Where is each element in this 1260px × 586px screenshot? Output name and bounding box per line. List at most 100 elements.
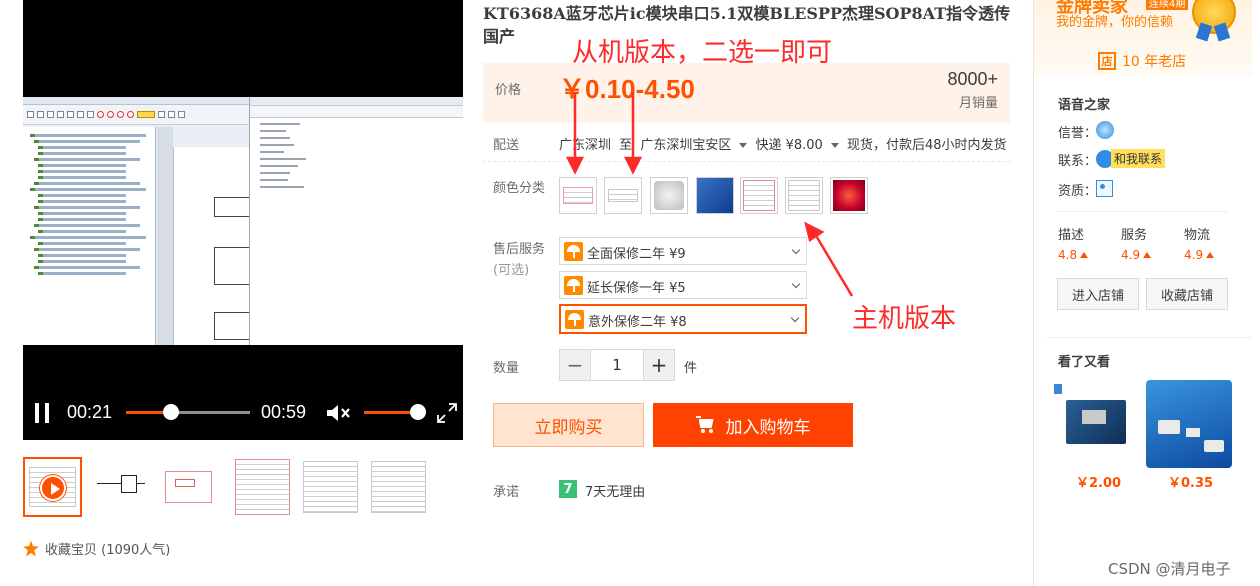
contact-seller[interactable]: 和我联系: [1096, 149, 1166, 168]
gold-seller-subtitle: 我的金牌，你的信赖: [1056, 15, 1174, 30]
thumbnail-4[interactable]: [233, 457, 292, 517]
also-viewed-title: 看了又看: [1058, 355, 1111, 370]
pause-button[interactable]: [35, 403, 49, 423]
score-description: 描述 4.8: [1058, 224, 1089, 262]
color-option-5[interactable]: [740, 177, 778, 214]
ship-to-word: 至: [619, 138, 633, 153]
color-option-4[interactable]: [696, 177, 734, 214]
color-option-2[interactable]: [604, 177, 642, 214]
quantity-unit: 件: [684, 361, 698, 376]
add-to-cart-button[interactable]: 加入购物车: [653, 403, 853, 447]
price-label: 价格: [495, 83, 522, 98]
service-option-label: 全面保修二年 ¥9: [587, 247, 686, 262]
favorite-label: 收藏宝贝 (1090人气): [45, 543, 171, 558]
thumbnail-strip: [23, 457, 463, 517]
sales-count: 8000+: [947, 69, 998, 89]
chevron-down-icon: [791, 245, 801, 255]
duration-time: 00:59: [261, 402, 307, 422]
divider: [1046, 337, 1252, 338]
quantity-input[interactable]: 1: [590, 350, 644, 380]
seven-day-return-icon: 7: [559, 480, 577, 498]
progress-knob[interactable]: [162, 404, 179, 420]
favorite-item[interactable]: 收藏宝贝 (1090人气): [23, 539, 170, 558]
thumbnail-6[interactable]: [369, 457, 428, 517]
volume-knob[interactable]: [410, 404, 426, 420]
mute-icon[interactable]: [325, 402, 351, 424]
thumbnail-5[interactable]: [301, 457, 360, 517]
thumbnail-3[interactable]: [159, 457, 218, 517]
shop-header: 金牌卖家 连续4期 我的金牌，你的信赖 店 10 年老店: [1034, 0, 1252, 76]
score-value: 4.8: [1058, 248, 1078, 262]
ship-from: 广东深圳: [559, 138, 612, 153]
recommendation-image-1[interactable]: [1052, 380, 1138, 468]
score-service: 服务 4.9: [1121, 224, 1152, 262]
enter-shop-button[interactable]: 进入店铺: [1057, 278, 1139, 310]
service-label: 售后服务: [493, 242, 546, 257]
color-option-3[interactable]: [650, 177, 688, 214]
score-value: 4.9: [1121, 248, 1141, 262]
shipping-note: 现货，付款后48小时内发货: [846, 138, 1007, 153]
recommendation-price-2: ￥0.35: [1168, 476, 1214, 491]
favorite-shop-button[interactable]: 收藏店铺: [1146, 278, 1228, 310]
service-option-1[interactable]: 全面保修二年 ¥9: [559, 237, 807, 265]
divider: [1058, 211, 1228, 212]
sales-label: 月销量: [958, 96, 998, 111]
video-frame-screenshot: [23, 97, 463, 345]
license-icon[interactable]: [1096, 180, 1113, 197]
shop-years: 店 10 年老店: [1098, 51, 1186, 71]
score-label: 描述: [1058, 228, 1085, 243]
play-icon: [40, 475, 66, 501]
arrow-up-icon: [1080, 252, 1089, 258]
credit-level-icon: [1096, 121, 1114, 139]
contact-label: 联系：: [1058, 154, 1098, 169]
annotation-master-version: 主机版本: [852, 304, 957, 334]
shop-name[interactable]: 语音之家: [1058, 94, 1110, 113]
decrease-button[interactable]: −: [560, 350, 590, 380]
service-option-label: 意外保修二年 ¥8: [588, 315, 687, 330]
service-option-3[interactable]: 意外保修二年 ¥8: [559, 304, 807, 334]
recommendation-image-2[interactable]: [1146, 380, 1232, 468]
thumbnail-2[interactable]: [91, 457, 150, 517]
gold-seller-tag: 连续4期: [1146, 0, 1189, 10]
service-option-2[interactable]: 延长保修一年 ¥5: [559, 271, 807, 299]
arrow-head: [804, 221, 825, 243]
service-optional: (可选): [493, 263, 530, 278]
add-to-cart-label: 加入购物车: [725, 417, 811, 438]
price-value: ￥0.10-4.50: [559, 74, 695, 104]
quantity-label: 数量: [493, 361, 520, 376]
contact-seller-label: 和我联系: [1111, 149, 1166, 168]
chevron-down-icon: [739, 143, 748, 148]
chevron-down-icon: [790, 313, 800, 323]
color-label: 颜色分类: [493, 181, 546, 196]
product-video-player[interactable]: 00:21 00:59: [23, 0, 463, 440]
chevron-down-icon: [830, 143, 839, 148]
umbrella-icon: [564, 276, 583, 295]
progress-bar[interactable]: [126, 404, 250, 420]
credit-label: 信誉：: [1058, 126, 1098, 141]
volume-slider[interactable]: [364, 404, 426, 420]
annotation-slave-version: 从机版本，二选一即可: [572, 38, 833, 68]
color-option-6[interactable]: [785, 177, 823, 214]
score-label: 物流: [1184, 228, 1211, 243]
recommendation-price-1: ￥2.00: [1076, 476, 1122, 491]
divider: [483, 161, 1010, 162]
umbrella-icon: [565, 310, 584, 329]
arrow-up-icon: [1143, 252, 1152, 258]
color-option-7[interactable]: [830, 177, 868, 214]
delivery-select[interactable]: 快递 ¥8.00: [755, 138, 822, 153]
increase-button[interactable]: +: [644, 350, 674, 380]
buy-now-button[interactable]: 立即购买: [493, 403, 644, 447]
ship-to-select[interactable]: 广东深圳宝安区: [640, 138, 731, 153]
chevron-down-icon: [791, 279, 801, 289]
thumbnail-video[interactable]: [23, 457, 82, 517]
shipping-row: 广东深圳 至 广东深圳宝安区 快递 ¥8.00 现货，付款后48小时内发货: [559, 134, 1011, 153]
current-time: 00:21: [67, 402, 113, 422]
score-logistics: 物流 4.9: [1184, 224, 1215, 262]
color-option-1[interactable]: [559, 177, 597, 214]
quantity-stepper: − 1 +: [559, 349, 675, 381]
shop-icon: 店: [1098, 52, 1116, 70]
arrow-line: [813, 233, 854, 297]
fullscreen-icon[interactable]: [436, 402, 458, 424]
cart-icon: [695, 416, 716, 434]
price-panel: 价格 ￥0.10-4.50 8000+ 月销量: [483, 63, 1010, 123]
